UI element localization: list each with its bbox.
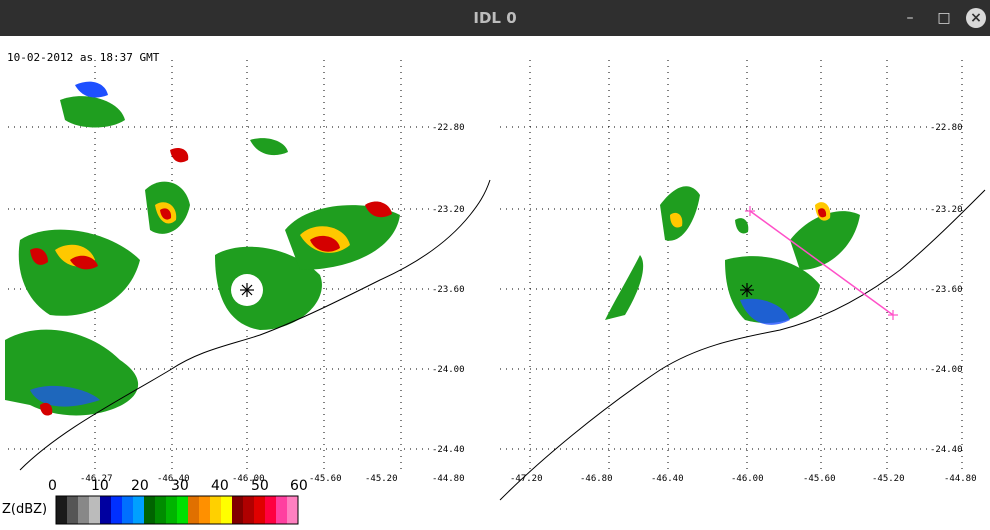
window-titlebar: IDL 0 – □ × — [0, 0, 990, 36]
left-lat-labels: -22.80 -23.20 -23.60 -24.00 -24.40 — [432, 123, 465, 455]
colorbar-swatch — [221, 496, 233, 524]
lat-label: -23.20 — [432, 205, 465, 215]
colorbar-swatch — [166, 496, 178, 524]
colorbar-swatch — [243, 496, 255, 524]
right-lat-labels: -22.80 -23.20 -23.60 -24.00 -24.40 — [930, 123, 963, 455]
colorbar-swatch — [89, 496, 101, 524]
colorbar-swatch — [199, 496, 211, 524]
window-title: IDL 0 — [473, 9, 517, 27]
left-radar-echoes — [5, 81, 400, 416]
lat-label: -23.60 — [432, 285, 465, 295]
colorbar-tick: 50 — [251, 478, 269, 494]
colorbar-tick: 20 — [131, 478, 149, 494]
right-lon-labels: -47.20 -46.80 -46.40 -46.00 -45.60 -45.2… — [510, 474, 977, 484]
colorbar-swatch — [265, 496, 277, 524]
colorbar-swatch — [232, 496, 244, 524]
lon-label: -45.60 — [803, 474, 836, 484]
colorbar-tick: 30 — [171, 478, 189, 494]
lat-label: -22.80 — [930, 123, 963, 133]
colorbar-swatch — [67, 496, 79, 524]
colorbar-swatch — [276, 496, 288, 524]
colorbar-swatch — [78, 496, 90, 524]
colorbar-label: Z(dBZ) — [2, 502, 48, 517]
lat-label: -23.20 — [930, 205, 963, 215]
maximize-icon[interactable]: □ — [934, 8, 954, 28]
lon-label: -44.80 — [944, 474, 977, 484]
colorbar-swatch — [177, 496, 189, 524]
colorbar-swatch — [133, 496, 145, 524]
colorbar-tick: 60 — [290, 478, 308, 494]
lon-label: -46.40 — [651, 474, 684, 484]
colorbar-swatch — [144, 496, 156, 524]
lon-label: -45.20 — [365, 474, 398, 484]
lon-label: -46.00 — [731, 474, 764, 484]
colorbar-swatch — [188, 496, 200, 524]
colorbar-swatch — [111, 496, 123, 524]
close-icon[interactable]: × — [966, 8, 986, 28]
colorbar-swatch — [56, 496, 68, 524]
colorbar-swatch — [210, 496, 222, 524]
colorbar-tick: 0 — [48, 478, 57, 494]
colorbar-swatch — [287, 496, 299, 524]
lon-label: -45.20 — [872, 474, 905, 484]
colorbar-tick: 40 — [211, 478, 229, 494]
lon-label: -44.80 — [432, 474, 465, 484]
lat-label: -24.40 — [432, 445, 465, 455]
colorbar — [55, 495, 299, 525]
lat-label: -23.60 — [930, 285, 963, 295]
colorbar-swatch — [122, 496, 134, 524]
right-coastline — [499, 189, 986, 501]
lon-label: -45.60 — [309, 474, 342, 484]
radar-canvas: -22.80 -23.20 -23.60 -24.00 -24.40 -46.2… — [5, 60, 986, 525]
lon-label: -46.80 — [580, 474, 613, 484]
lat-label: -24.40 — [930, 445, 963, 455]
right-radar-echoes — [605, 186, 860, 325]
colorbar-swatch — [254, 496, 266, 524]
lat-label: -24.00 — [930, 365, 963, 375]
colorbar-swatch — [155, 496, 167, 524]
minimize-icon[interactable]: – — [900, 8, 920, 28]
lat-label: -22.80 — [432, 123, 465, 133]
lon-label: -47.20 — [510, 474, 543, 484]
colorbar-tick: 10 — [91, 478, 109, 494]
colorbar-swatch — [100, 496, 112, 524]
lat-label: -24.00 — [432, 365, 465, 375]
